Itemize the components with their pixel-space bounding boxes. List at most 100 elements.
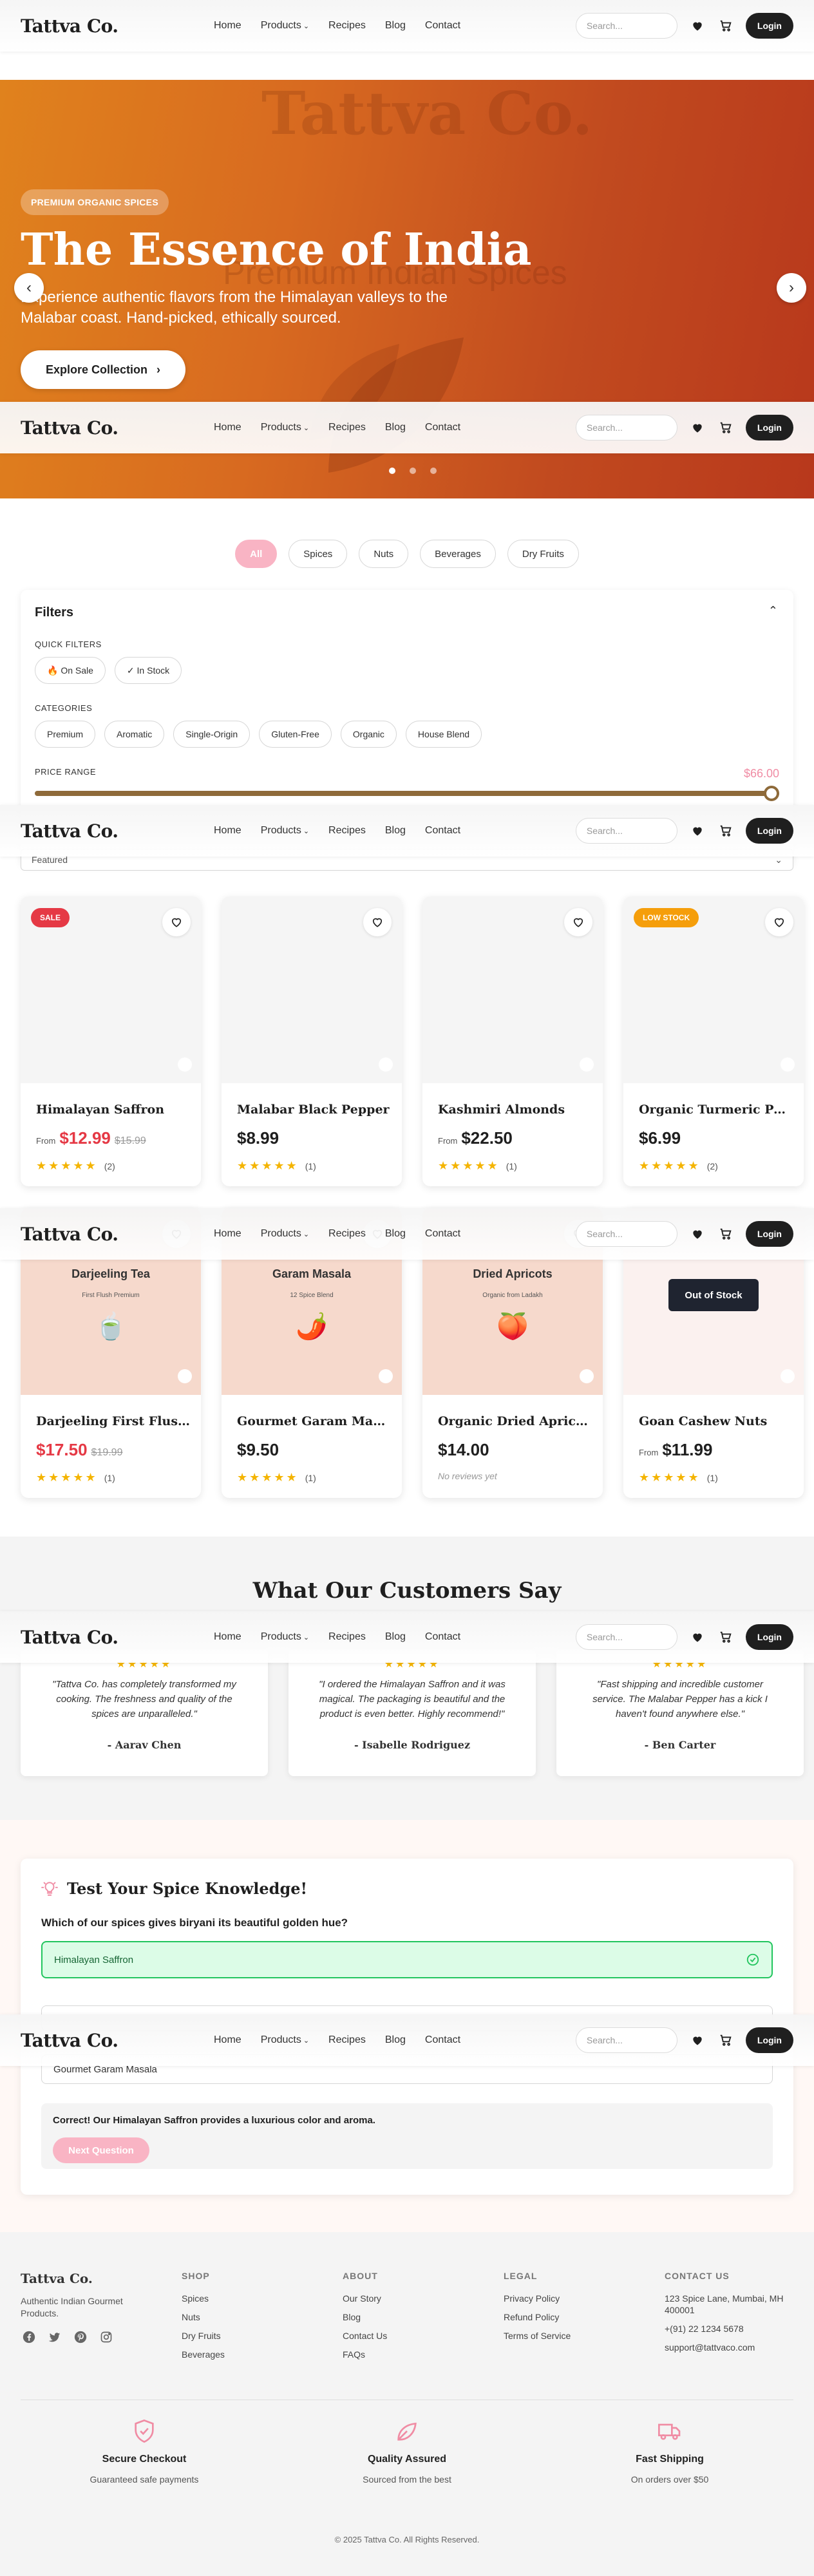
nav-item-home[interactable]: Home	[214, 20, 241, 32]
twitter-icon[interactable]	[46, 2329, 63, 2345]
login-button[interactable]: Login	[745, 2027, 793, 2053]
category-tab-spices[interactable]: Spices	[289, 540, 348, 568]
login-button[interactable]: Login	[745, 1221, 793, 1247]
nav-item-home[interactable]: Home	[214, 1631, 241, 1643]
cart-icon[interactable]	[717, 1226, 734, 1242]
nav-item-recipes[interactable]: Recipes	[328, 2034, 366, 2046]
search-input[interactable]: Search...	[575, 818, 677, 844]
nav-item-contact[interactable]: Contact	[425, 20, 460, 32]
nav-item-products[interactable]: Products ⌄	[261, 2034, 309, 2046]
heart-icon[interactable]	[689, 419, 706, 436]
category-filter-chip[interactable]: Aromatic	[104, 721, 165, 748]
quick-view-dot[interactable]	[781, 1057, 795, 1072]
product-card[interactable]: Kashmiri Almonds From $22.50 ★★★★★ (1)	[422, 896, 603, 1186]
search-input[interactable]: Search...	[575, 1221, 677, 1247]
instagram-icon[interactable]	[98, 2329, 115, 2345]
product-card[interactable]: Malabar Black Pepper $8.99 ★★★★★ (1)	[222, 896, 402, 1186]
quick-view-dot[interactable]	[379, 1369, 393, 1383]
footer-link[interactable]: Blog	[343, 2311, 484, 2323]
nav-item-recipes[interactable]: Recipes	[328, 1631, 366, 1643]
footer-link[interactable]: Contact Us	[343, 2330, 484, 2342]
quick-view-dot[interactable]	[178, 1057, 192, 1072]
carousel-dot[interactable]	[430, 468, 437, 474]
quick-view-dot[interactable]	[580, 1057, 594, 1072]
login-button[interactable]: Login	[745, 13, 793, 39]
nav-item-blog[interactable]: Blog	[385, 1631, 406, 1643]
carousel-next-button[interactable]: ›	[777, 273, 806, 303]
facebook-icon[interactable]	[21, 2329, 37, 2345]
category-filter-chip[interactable]: Single-Origin	[173, 721, 251, 748]
nav-item-recipes[interactable]: Recipes	[328, 825, 366, 837]
carousel-prev-button[interactable]: ‹	[14, 273, 44, 303]
site-logo[interactable]: Tattva Co.	[21, 820, 214, 842]
nav-item-products[interactable]: Products ⌄	[261, 825, 309, 837]
site-logo[interactable]: Tattva Co.	[21, 417, 214, 439]
quiz-option-correct[interactable]: Himalayan Saffron	[41, 1941, 773, 1978]
nav-item-products[interactable]: Products ⌄	[261, 422, 309, 433]
nav-item-blog[interactable]: Blog	[385, 422, 406, 433]
wishlist-button[interactable]	[162, 908, 191, 936]
quick-view-dot[interactable]	[781, 1369, 795, 1383]
login-button[interactable]: Login	[745, 818, 793, 844]
category-filter-chip[interactable]: Organic	[340, 721, 397, 748]
product-name[interactable]: Malabar Black Pepper	[237, 1103, 392, 1117]
heart-icon[interactable]	[689, 1629, 706, 1645]
search-input[interactable]: Search...	[575, 415, 677, 440]
nav-item-contact[interactable]: Contact	[425, 422, 460, 433]
quick-filter-chip[interactable]: 🔥 On Sale	[35, 657, 106, 684]
wishlist-button[interactable]	[363, 908, 392, 936]
nav-item-contact[interactable]: Contact	[425, 2034, 460, 2046]
heart-icon[interactable]	[689, 822, 706, 839]
category-filter-chip[interactable]: Premium	[35, 721, 96, 748]
nav-item-products[interactable]: Products ⌄	[261, 1631, 309, 1643]
wishlist-button[interactable]	[765, 908, 793, 936]
search-input[interactable]: Search...	[575, 1624, 677, 1650]
carousel-dot[interactable]	[389, 468, 395, 474]
price-range-slider[interactable]	[35, 786, 779, 801]
footer-link[interactable]: Refund Policy	[504, 2311, 645, 2323]
category-tab-all[interactable]: All	[235, 540, 278, 568]
product-name[interactable]: Gourmet Garam Masala	[237, 1414, 392, 1428]
cart-icon[interactable]	[717, 419, 734, 436]
search-input[interactable]: Search...	[575, 13, 677, 39]
heart-icon[interactable]	[689, 17, 706, 34]
nav-item-contact[interactable]: Contact	[425, 1631, 460, 1643]
nav-item-blog[interactable]: Blog	[385, 825, 406, 837]
product-name[interactable]: Himalayan Saffron	[36, 1103, 191, 1117]
quick-view-dot[interactable]	[580, 1369, 594, 1383]
quick-filter-chip[interactable]: ✓ In Stock	[114, 657, 182, 684]
nav-item-contact[interactable]: Contact	[425, 1228, 460, 1240]
nav-item-recipes[interactable]: Recipes	[328, 422, 366, 433]
price-slider-handle[interactable]	[764, 786, 779, 801]
wishlist-button[interactable]	[564, 908, 592, 936]
site-logo[interactable]: Tattva Co.	[21, 2030, 214, 2051]
footer-link[interactable]: Our Story	[343, 2293, 484, 2304]
heart-icon[interactable]	[689, 1226, 706, 1242]
cart-icon[interactable]	[717, 2032, 734, 2049]
login-button[interactable]: Login	[745, 1624, 793, 1650]
product-name[interactable]: Organic Dried Apricots	[438, 1414, 592, 1428]
footer-link[interactable]: Spices	[182, 2293, 323, 2304]
nav-item-home[interactable]: Home	[214, 422, 241, 433]
nav-item-recipes[interactable]: Recipes	[328, 1228, 366, 1240]
footer-link[interactable]: Nuts	[182, 2311, 323, 2323]
site-logo[interactable]: Tattva Co.	[21, 15, 214, 37]
site-logo[interactable]: Tattva Co.	[21, 1224, 214, 1245]
footer-link[interactable]: Terms of Service	[504, 2330, 645, 2342]
footer-link[interactable]: FAQs	[343, 2349, 484, 2360]
chevron-up-icon[interactable]: ⌃	[768, 604, 778, 618]
quick-view-dot[interactable]	[379, 1057, 393, 1072]
cart-icon[interactable]	[717, 17, 734, 34]
nav-item-recipes[interactable]: Recipes	[328, 20, 366, 32]
footer-link[interactable]: Dry Fruits	[182, 2330, 323, 2342]
nav-item-blog[interactable]: Blog	[385, 2034, 406, 2046]
category-tab-nuts[interactable]: Nuts	[359, 540, 409, 568]
pinterest-icon[interactable]	[72, 2329, 89, 2345]
product-name[interactable]: Goan Cashew Nuts	[639, 1414, 793, 1428]
quick-view-dot[interactable]	[178, 1369, 192, 1383]
nav-item-home[interactable]: Home	[214, 1228, 241, 1240]
product-name[interactable]: Darjeeling First Flush Tea	[36, 1414, 191, 1428]
category-filter-chip[interactable]: Gluten-Free	[259, 721, 332, 748]
product-card[interactable]: SALE Himalayan Saffron From $12.99 $15.99 ★★★…	[21, 896, 201, 1186]
product-name[interactable]: Organic Turmeric Powder	[639, 1103, 793, 1117]
